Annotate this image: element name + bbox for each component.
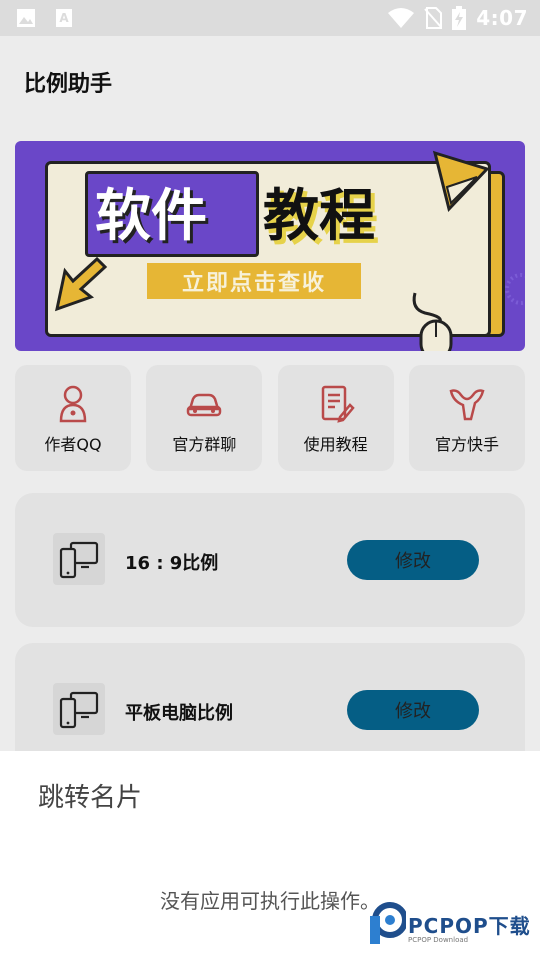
quick-link-official-group[interactable]: 官方群聊 — [146, 365, 263, 471]
dialog-title: 跳转名片 — [38, 783, 143, 813]
page-title: 比例助手 — [24, 72, 113, 97]
quick-link-label: 作者QQ — [44, 435, 102, 454]
ratio-label: 平板电脑比例 — [125, 703, 233, 724]
devices-icon — [59, 691, 99, 729]
person-icon — [59, 385, 87, 423]
svg-text:A: A — [59, 11, 69, 25]
ratio-card-16-9: 16 : 9比例 修改 — [15, 493, 525, 627]
watermark: PCPOP下载 PCPOP Download — [366, 902, 536, 952]
main-content: 软件 教程 立即点击查收 作者QQ 官方群聊 使用教程 官方快手 16: 9比… — [0, 126, 540, 777]
battery-charging-icon — [452, 6, 467, 30]
quick-link-label: 官方群聊 — [172, 435, 237, 454]
banner-title-left: 软件 — [95, 184, 207, 249]
dots-decor-icon — [505, 273, 525, 305]
status-bar: A 4:07 — [0, 0, 540, 36]
kuaishou-icon — [449, 389, 485, 421]
ratio-thumb — [53, 533, 105, 585]
no-sim-icon — [424, 7, 443, 29]
image-icon — [17, 9, 35, 27]
car-icon — [187, 393, 222, 417]
quick-link-author-qq[interactable]: 作者QQ — [15, 365, 131, 471]
watermark-brand: PCPOP下载 — [408, 914, 531, 938]
ratio-label: 16 : 9比例 — [125, 553, 219, 574]
cursor-arrow-icon — [54, 256, 108, 312]
ratio-thumb — [53, 683, 105, 735]
banner-cta[interactable]: 立即点击查收 — [147, 263, 361, 299]
mouse-icon — [412, 292, 453, 351]
quick-link-tutorial[interactable]: 使用教程 — [277, 365, 394, 471]
quick-link-label: 使用教程 — [303, 435, 368, 454]
clock: 4:07 — [476, 6, 528, 30]
text-icon: A — [56, 9, 72, 27]
document-edit-icon — [321, 385, 355, 423]
app-bar: 比例助手 — [0, 36, 540, 126]
banner-title-right: 教程 — [263, 184, 375, 249]
modify-button[interactable]: 修改 — [347, 540, 479, 580]
devices-icon — [59, 541, 99, 579]
tutorial-banner[interactable]: 软件 教程 立即点击查收 — [15, 141, 525, 351]
quick-link-label: 官方快手 — [434, 435, 499, 454]
modify-button[interactable]: 修改 — [347, 690, 479, 730]
quick-links: 作者QQ 官方群聊 使用教程 官方快手 — [15, 365, 525, 471]
watermark-sub: PCPOP Download — [408, 936, 469, 944]
pennant-icon — [432, 150, 490, 213]
pcpop-logo-icon — [370, 902, 406, 944]
wifi-icon — [388, 8, 415, 28]
quick-link-kuaishou[interactable]: 官方快手 — [408, 365, 525, 471]
